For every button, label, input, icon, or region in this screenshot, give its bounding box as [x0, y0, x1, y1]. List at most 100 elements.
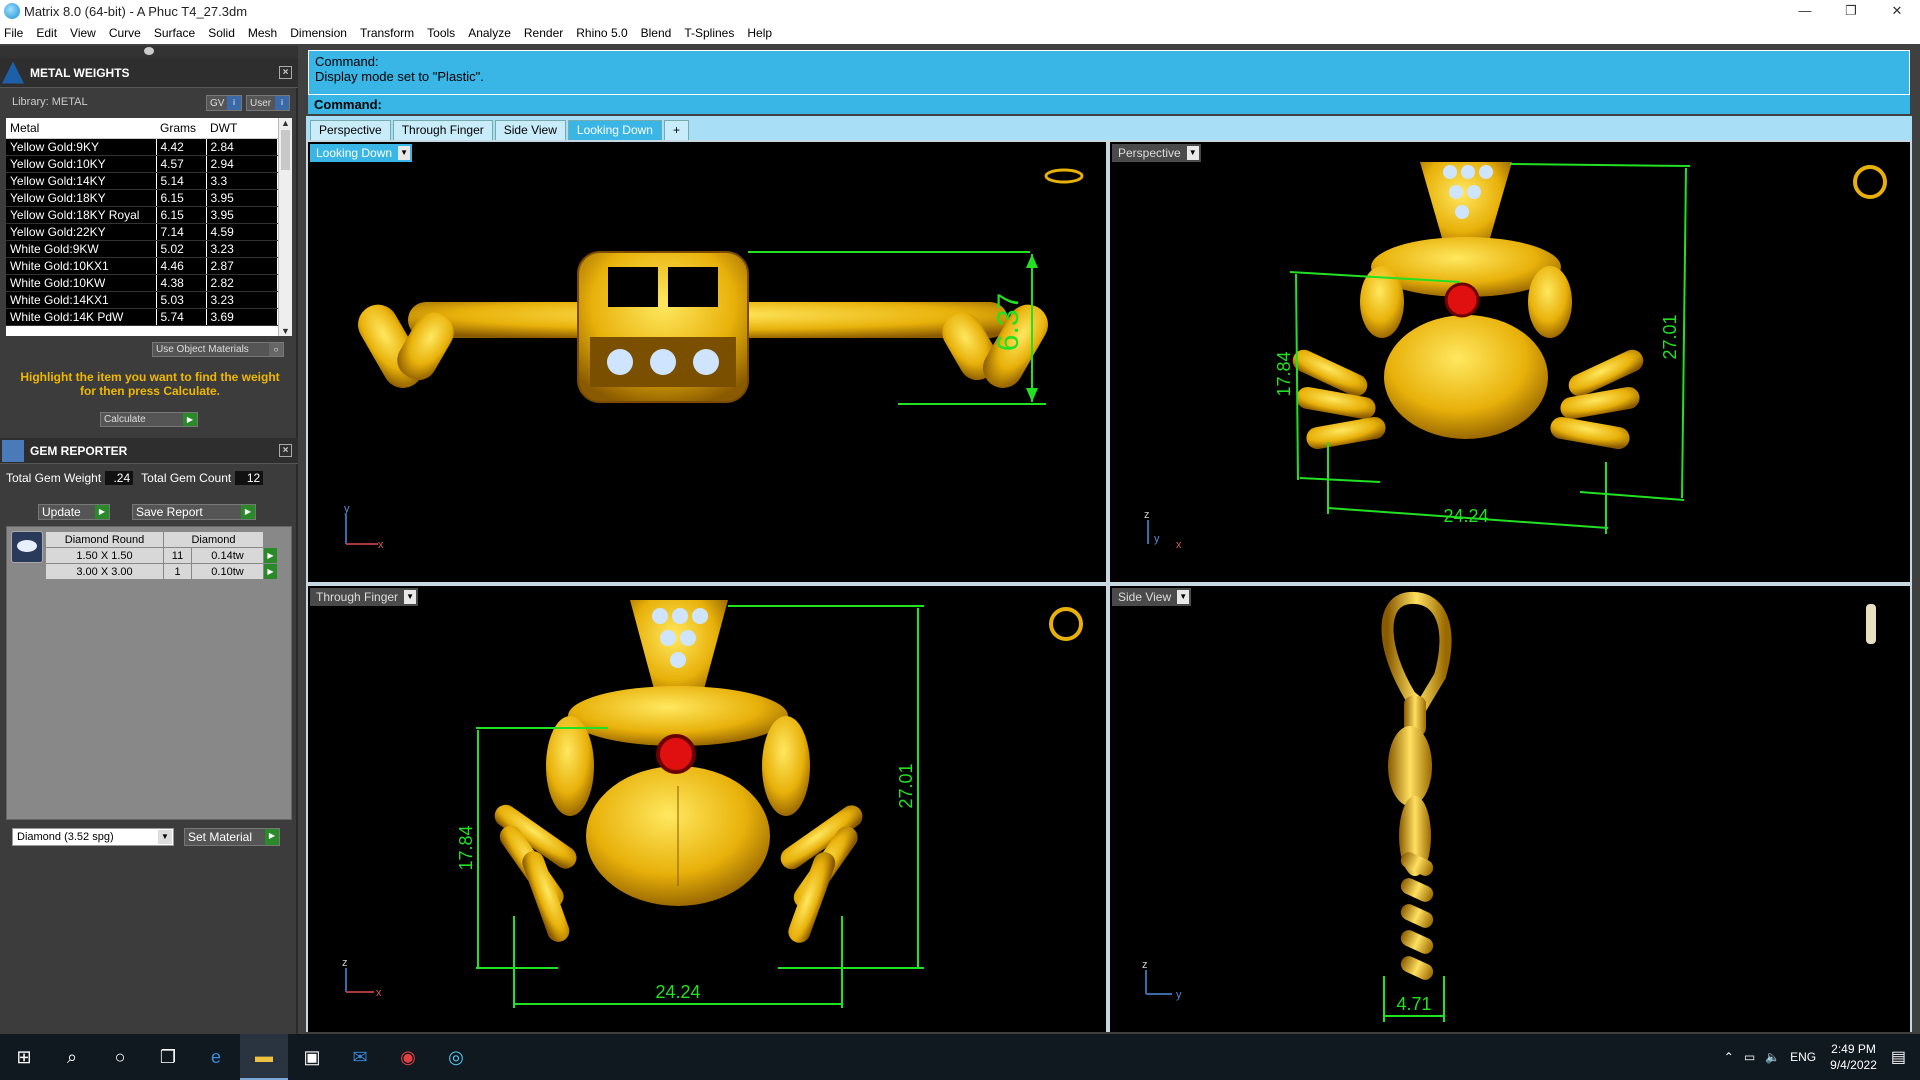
svg-text:24.24: 24.24 — [1443, 506, 1488, 526]
total-gem-count-label: Total Gem Count — [141, 471, 232, 485]
add-tab-button[interactable]: + — [663, 120, 689, 140]
table-row[interactable]: Yellow Gold:22KY 7.14 4.59 — [6, 223, 278, 241]
gem-row[interactable]: 1.50 X 1.50 11 0.14tw ▶ — [45, 547, 278, 564]
edge-icon[interactable]: e — [192, 1034, 240, 1080]
chevron-up-icon[interactable]: ⌃ — [1724, 1050, 1734, 1064]
metal-name-cell: White Gold:10KW — [6, 274, 157, 292]
tab-through-finger[interactable]: Through Finger — [392, 120, 493, 140]
metal-name-cell: White Gold:10KX1 — [6, 257, 157, 275]
notification-icon[interactable]: ▤ — [1891, 1047, 1906, 1067]
material-select[interactable]: Diamond (3.52 spg) ▼ — [12, 828, 174, 846]
metal-table-scrollbar[interactable]: ▲ ▼ — [278, 118, 292, 336]
metal-name-cell: Yellow Gold:9KY — [6, 138, 157, 156]
close-icon[interactable]: × — [279, 66, 292, 79]
store-icon[interactable]: ▣ — [288, 1034, 336, 1080]
table-row[interactable]: White Gold:10KW 4.38 2.82 — [6, 274, 278, 292]
menu-curve[interactable]: Curve — [109, 26, 141, 40]
grams-cell: 5.03 — [156, 291, 207, 309]
user-button[interactable]: User i — [246, 95, 290, 111]
menu-help[interactable]: Help — [747, 26, 772, 40]
close-icon[interactable]: × — [279, 444, 292, 457]
calculate-button[interactable]: Calculate ▶ — [100, 412, 198, 427]
volume-icon[interactable]: 🔈 — [1765, 1050, 1780, 1064]
menu-dimension[interactable]: Dimension — [290, 26, 347, 40]
network-icon[interactable]: ▭ — [1744, 1050, 1755, 1064]
table-row[interactable]: Yellow Gold:18KY Royal 6.15 3.95 — [6, 206, 278, 224]
grams-cell: 4.57 — [156, 155, 207, 173]
gv-button[interactable]: GV i — [206, 95, 242, 111]
menu-transform[interactable]: Transform — [360, 26, 414, 40]
table-row[interactable]: White Gold:9KW 5.02 3.23 — [6, 240, 278, 258]
file-explorer-icon[interactable]: ▬ — [240, 1034, 288, 1080]
viewport-through-finger[interactable]: Through Finger ▼ 27.01 17.84 24.24 z x — [308, 586, 1106, 1032]
menu-tools[interactable]: Tools — [427, 26, 455, 40]
close-button[interactable]: ✕ — [1874, 0, 1920, 22]
save-report-button[interactable]: Save Report ▶ — [132, 504, 256, 520]
tab-perspective[interactable]: Perspective — [310, 120, 391, 140]
minimize-button[interactable]: — — [1782, 0, 1828, 22]
table-row[interactable]: Yellow Gold:14KY 5.14 3.3 — [6, 172, 278, 190]
viewport-looking-down[interactable]: Looking Down ▼ 6.37 y x — [308, 142, 1106, 582]
tab-looking-down[interactable]: Looking Down — [567, 120, 662, 140]
table-row[interactable]: Yellow Gold:9KY 4.42 2.84 — [6, 138, 278, 156]
gem-row-play-icon[interactable]: ▶ — [263, 547, 278, 564]
metal-weights-table[interactable]: Metal Grams DWT Yellow Gold:9KY 4.42 2.84 Y… — [6, 118, 292, 336]
maximize-button[interactable]: ❐ — [1828, 0, 1874, 22]
col-dwt[interactable]: DWT — [206, 118, 278, 139]
language-indicator[interactable]: ENG — [1790, 1050, 1816, 1064]
panel-grip[interactable] — [0, 46, 298, 58]
diamond-round-icon — [11, 531, 43, 563]
table-row[interactable]: White Gold:14KX1 5.03 3.23 — [6, 291, 278, 309]
clock[interactable]: 2:49 PM 9/4/2022 — [1830, 1041, 1877, 1073]
total-gem-weight-value: .24 — [105, 471, 134, 485]
cortana-icon[interactable]: ○ — [96, 1034, 144, 1080]
menu-rhino[interactable]: Rhino 5.0 — [576, 26, 627, 40]
menu-blend[interactable]: Blend — [641, 26, 672, 40]
command-input[interactable]: Command: — [308, 94, 1910, 114]
dwt-cell: 3.23 — [206, 291, 278, 309]
col-metal[interactable]: Metal — [6, 118, 156, 139]
menu-analyze[interactable]: Analyze — [468, 26, 511, 40]
gem-row[interactable]: 3.00 X 3.00 1 0.10tw ▶ — [45, 563, 278, 580]
use-object-materials-button[interactable]: Use Object Materials ○ — [152, 342, 284, 357]
menu-solid[interactable]: Solid — [208, 26, 235, 40]
table-row[interactable]: White Gold:14K PdW 5.74 3.69 — [6, 308, 278, 326]
table-row[interactable]: Yellow Gold:18KY 6.15 3.95 — [6, 189, 278, 207]
grams-cell: 6.15 — [156, 189, 207, 207]
svg-text:17.84: 17.84 — [1274, 351, 1294, 396]
calculate-hint: Highlight the item you want to find the … — [20, 370, 280, 398]
windows-start-icon[interactable]: ⊞ — [0, 1034, 48, 1080]
update-button[interactable]: Update ▶ — [38, 504, 110, 520]
set-material-button[interactable]: Set Material ▶ — [184, 828, 280, 846]
gem-table[interactable]: Diamond Round Diamond 1.50 X 1.50 11 0.1… — [45, 531, 278, 580]
svg-text:x: x — [1176, 539, 1182, 551]
viewport-perspective[interactable]: Perspective ▼ 27.01 17.84 24.24 z y x — [1110, 142, 1910, 582]
dwt-cell: 4.59 — [206, 223, 278, 241]
menu-mesh[interactable]: Mesh — [248, 26, 277, 40]
gem-row-play-icon[interactable]: ▶ — [263, 563, 278, 580]
svg-text:6.37: 6.37 — [992, 293, 1025, 351]
tab-side-view[interactable]: Side View — [494, 120, 566, 140]
menu-file[interactable]: File — [4, 26, 23, 40]
gem-list-panel[interactable]: Diamond Round Diamond 1.50 X 1.50 11 0.1… — [6, 526, 292, 820]
gem-size: 1.50 X 1.50 — [45, 547, 164, 564]
svg-text:x: x — [378, 539, 384, 551]
table-row[interactable]: White Gold:10KX1 4.46 2.87 — [6, 257, 278, 275]
table-row[interactable]: Yellow Gold:10KY 4.57 2.94 — [6, 155, 278, 173]
gem-reporter-header: GEM REPORTER × — [0, 438, 298, 464]
col-grams[interactable]: Grams — [156, 118, 206, 139]
mail-icon[interactable]: ✉ — [336, 1034, 384, 1080]
task-view-icon[interactable]: ❐ — [144, 1034, 192, 1080]
viewport-side-view[interactable]: Side View ▼ 4.71 z y — [1110, 586, 1910, 1032]
table-header-row: Metal Grams DWT — [6, 118, 278, 139]
chevron-down-icon[interactable]: ▼ — [158, 830, 172, 844]
menu-view[interactable]: View — [70, 26, 96, 40]
chrome-icon[interactable]: ◉ — [384, 1034, 432, 1080]
total-gem-count-value: 12 — [235, 471, 264, 485]
search-icon[interactable]: ⌕ — [48, 1034, 96, 1080]
menu-surface[interactable]: Surface — [154, 26, 195, 40]
menu-edit[interactable]: Edit — [36, 26, 57, 40]
menu-tsplines[interactable]: T-Splines — [684, 26, 734, 40]
menu-render[interactable]: Render — [524, 26, 563, 40]
matrix-taskbar-icon[interactable]: ◎ — [432, 1034, 480, 1080]
